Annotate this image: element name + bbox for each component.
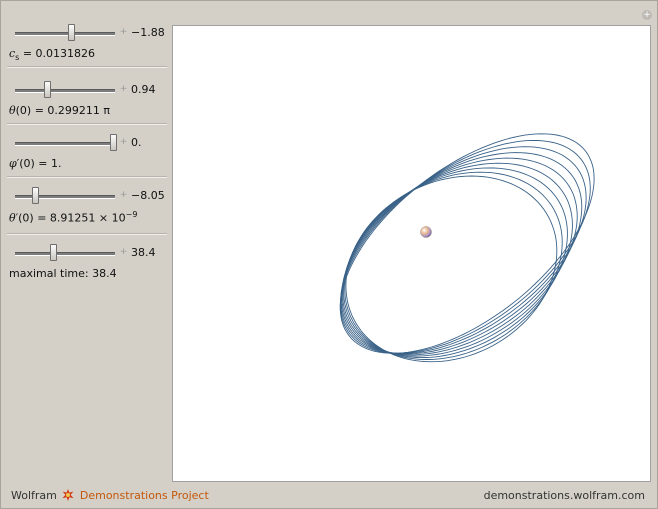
slider-phi-dot[interactable]: + 0. [5,133,169,153]
slider-track[interactable] [15,89,115,93]
slider-thumb[interactable] [67,24,75,41]
plus-circle-icon[interactable]: + [642,10,652,20]
demonstration-window: + + −1.88 cs = 0.0131826 + 0.94 θ(0) = 0… [0,0,658,509]
slider-value: 0. [131,136,142,149]
trajectory-svg [339,133,595,363]
control-label: θ(0) = 0.299211 π [9,104,111,117]
orbit-loop [341,157,578,356]
controls-panel: + −1.88 cs = 0.0131826 + 0.94 θ(0) = 0.2… [5,23,169,483]
orbit-loop [342,162,573,357]
slider-value: −1.88 [131,26,165,39]
central-mass-ball [420,226,432,238]
brand[interactable]: Wolfram Demonstrations Project [11,489,209,502]
orbit-loop [345,175,558,363]
plus-small-icon[interactable]: + [119,85,128,94]
orbit-loop [343,167,568,359]
control-label: φ′(0) = 1. [9,157,62,170]
slider-thumb[interactable] [49,244,57,261]
separator [7,66,167,68]
separator [7,123,167,125]
slider-cs[interactable]: + −1.88 [5,23,169,43]
wolfram-spikey-icon [62,489,74,501]
control-label: θ′(0) = 8.91251 × 10−9 [9,210,138,225]
separator [7,233,167,235]
separator [7,176,167,178]
brand-wolfram: Wolfram [11,489,57,502]
slider-value: 0.94 [131,83,156,96]
slider-track[interactable] [15,252,115,256]
slider-value: 38.4 [131,246,156,259]
slider-thumb[interactable] [109,134,117,151]
footer: Wolfram Demonstrations Project demonstra… [1,484,657,508]
slider-track[interactable] [15,142,115,146]
slider-value: −8.05 [131,189,165,202]
slider-max-time[interactable]: + 38.4 [5,243,169,263]
orbit-curves [339,133,595,363]
plus-small-icon[interactable]: + [119,138,128,147]
slider-thumb[interactable] [43,81,51,98]
control-label: maximal time: 38.4 [9,267,117,280]
slider-theta-dot[interactable]: + −8.05 [5,186,169,206]
site-url[interactable]: demonstrations.wolfram.com [484,489,645,502]
plus-small-icon[interactable]: + [119,248,128,257]
slider-track[interactable] [15,32,115,36]
trajectory-plot[interactable] [172,25,651,482]
orbit-loop [344,171,563,360]
orbit-loop [339,139,591,354]
plus-small-icon[interactable]: + [119,28,128,37]
slider-track[interactable] [15,195,115,199]
control-label: cs = 0.0131826 [9,47,96,63]
orbit-loop [340,152,583,355]
slider-theta0[interactable]: + 0.94 [5,80,169,100]
brand-demonstrations: Demonstrations Project [79,489,209,502]
plus-small-icon[interactable]: + [119,191,128,200]
slider-thumb[interactable] [31,187,39,204]
